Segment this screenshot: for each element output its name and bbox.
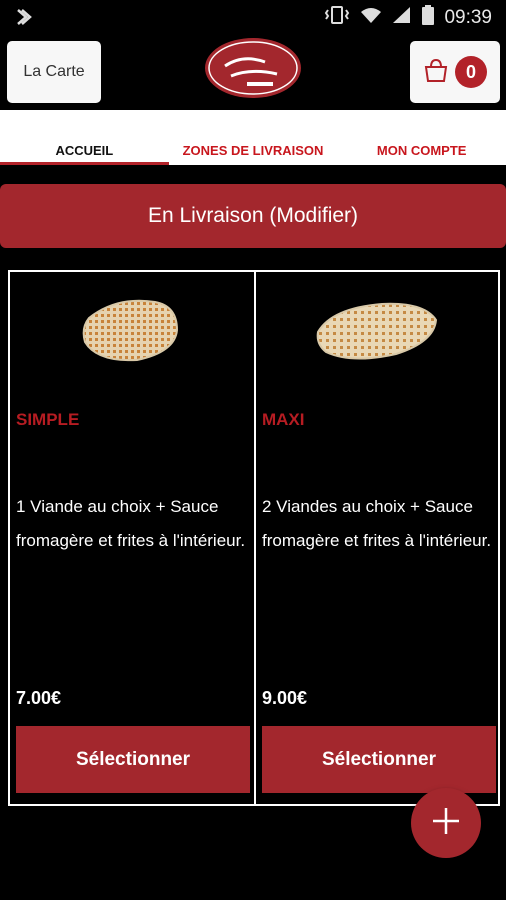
product-price: 7.00€ [16,688,62,708]
app-header: La Carte 0 [0,34,506,110]
shopping-bag-icon [423,57,449,88]
cart-button[interactable]: 0 [410,41,500,103]
product-description: 2 Viandes au choix + Sauce fromagère et … [261,497,492,550]
add-button[interactable] [411,788,481,858]
select-button[interactable]: Sélectionner [261,726,496,793]
battery-icon [422,5,435,30]
product-image [10,290,254,380]
product-price: 9.00€ [261,688,308,708]
tab-zones-de-livraison[interactable]: ZONES DE LIVRAISON [169,110,338,165]
brand-logo[interactable] [203,36,303,100]
signal-icon [392,6,412,29]
product-description: 1 Viande au choix + Sauce fromagère et f… [16,497,246,550]
status-time: 09:39 [444,6,492,28]
product-card[interactable]: MAXI 2 Viandes au choix + Sauce fromagèr… [253,272,498,804]
product-name: MAXI [261,410,305,429]
delivery-mode-button[interactable]: En Livraison (Modifier) [0,184,506,248]
cart-count-badge: 0 [455,56,487,88]
tab-accueil[interactable]: ACCUEIL [0,110,169,165]
wifi-icon [360,6,382,29]
product-name: SIMPLE [16,410,80,429]
notification-icon [16,8,36,31]
menu-button[interactable]: La Carte [7,41,101,103]
select-button[interactable]: Sélectionner [16,726,250,793]
plus-icon [431,806,461,841]
status-bar: 09:39 [0,0,506,34]
product-card[interactable]: SIMPLE 1 Viande au choix + Sauce fromagè… [10,272,254,804]
product-image [256,290,498,380]
tab-bar: ACCUEIL ZONES DE LIVRAISON MON COMPTE [0,110,506,165]
vibrate-icon [324,5,350,30]
product-grid: SIMPLE 1 Viande au choix + Sauce fromagè… [8,270,500,806]
tab-mon-compte[interactable]: MON COMPTE [337,110,506,165]
